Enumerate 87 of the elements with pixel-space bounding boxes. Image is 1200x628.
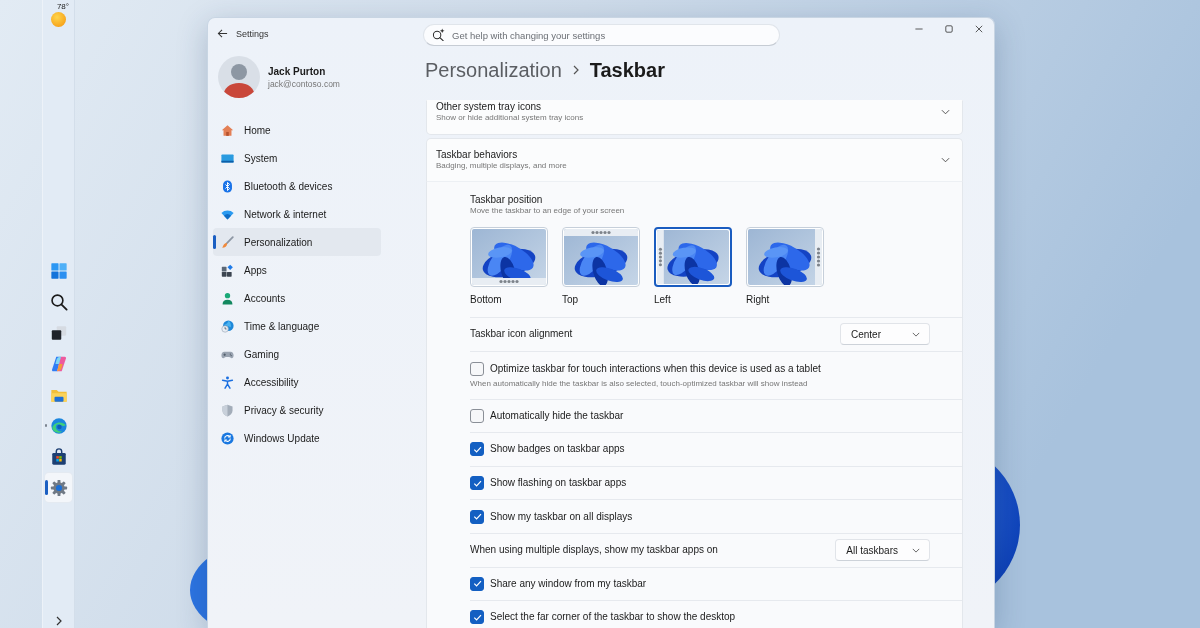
setting-label: Taskbar icon alignment (470, 328, 573, 341)
checkbox[interactable] (470, 408, 484, 423)
sidebar-item[interactable]: Gaming (213, 340, 381, 368)
checkbox[interactable] (470, 476, 484, 491)
expander-header[interactable]: Taskbar behaviors Badging, multiple displays, and more (426, 138, 963, 182)
section-description: Move the taskbar to an edge of your screen (470, 206, 626, 216)
checkbox[interactable] (470, 610, 484, 625)
chevron-down-icon (941, 157, 950, 163)
page-title: Taskbar (589, 58, 665, 82)
checkbox[interactable] (470, 576, 484, 591)
shield-icon (221, 403, 234, 417)
checkbox[interactable] (470, 509, 484, 524)
minimize-icon (915, 25, 923, 33)
user-email: jack@contoso.com (268, 78, 340, 89)
wifi-icon (221, 207, 234, 221)
sparkle-search-icon (432, 28, 445, 41)
sidebar-item[interactable]: Privacy & security (213, 396, 381, 424)
window-title: Settings (236, 28, 269, 39)
bluetooth-icon (221, 179, 234, 193)
chevron-right-icon (572, 65, 579, 75)
chevron-down-icon (941, 109, 950, 115)
card-title: Other system tray icons (436, 101, 543, 113)
checkbox-label: Show flashing on taskbar apps (490, 477, 627, 490)
globe-clock-icon (221, 319, 234, 333)
setting-description: When automatically hide the taskbar is also selected, touch-optimized taskbar will show instead (470, 378, 809, 389)
dropdown[interactable]: Center (840, 323, 930, 346)
checkmark-icon (471, 511, 483, 523)
house-icon (221, 123, 234, 137)
position-option[interactable] (654, 227, 732, 287)
sidebar-item[interactable]: Windows Update (213, 424, 381, 452)
option-label: Left (654, 294, 671, 306)
sidebar-item[interactable]: Personalization (213, 228, 381, 256)
desktop-preview-drawing (657, 230, 729, 284)
card-title: Taskbar behaviors (436, 149, 519, 161)
search-field[interactable]: Get help with changing your settings (423, 24, 780, 46)
checkbox-label: Automatically hide the taskbar (490, 409, 624, 422)
setting-label: When using multiple displays, show my taskbar apps on (470, 544, 718, 557)
chevron-down-icon (912, 547, 920, 553)
sidebar-item[interactable]: Home (213, 116, 381, 144)
sidebar-item[interactable]: Apps (213, 256, 381, 284)
user-name: Jack Purton (268, 65, 327, 77)
section-title: Taskbar position (470, 194, 544, 206)
sidebar-item[interactable]: Network & internet (213, 200, 381, 228)
checkmark-icon (471, 444, 483, 455)
search-icon (49, 292, 68, 311)
card-description: Badging, multiple displays, and more (436, 161, 568, 171)
app-grid-icon (221, 263, 234, 277)
wave-circle-icon (49, 416, 68, 435)
shopping-bag-icon (49, 447, 68, 466)
swirl-icon (49, 354, 68, 373)
window-grid-icon (49, 261, 68, 280)
dropdown[interactable]: All taskbars (835, 539, 930, 562)
accessibility-icon (221, 375, 234, 389)
sidebar-item[interactable]: Accessibility (213, 368, 381, 396)
card-description: Show or hide additional system tray icons (436, 113, 585, 123)
checkbox-label: Show badges on taskbar apps (490, 443, 625, 456)
maximize-icon (945, 25, 953, 33)
avatar-silhouette-icon (218, 56, 260, 98)
sidebar-item[interactable]: Time & language (213, 312, 381, 340)
checkbox[interactable] (470, 442, 484, 457)
option-label: Right (746, 294, 770, 306)
expander-header[interactable]: Other system tray icons Show or hide additional system tray icons (426, 100, 963, 135)
overlapping-squares-icon (49, 323, 68, 342)
checkbox-label: Select the far corner of the taskbar to show the desktop (490, 611, 736, 624)
breadcrumb-link[interactable]: Personalization (425, 58, 562, 82)
gear-icon (49, 478, 68, 497)
back-arrow-icon[interactable] (217, 28, 228, 39)
weather-widget[interactable]: 78° (45, 2, 72, 28)
option-label: Bottom (470, 294, 502, 306)
option-label: Top (562, 294, 579, 306)
checkbox-label: Optimize taskbar for touch interactions when this device is used as a tablet (490, 362, 821, 375)
selection-indicator (213, 235, 216, 249)
checkmark-icon (471, 578, 483, 590)
sidebar-item[interactable]: Bluetooth & devices (213, 172, 381, 200)
paintbrush-icon (221, 235, 234, 249)
sync-icon (221, 431, 234, 445)
sidebar-item[interactable]: System (213, 144, 381, 172)
checkbox-label: Share any window from my taskbar (490, 577, 647, 590)
sun-icon (51, 12, 66, 27)
person-icon (221, 291, 234, 305)
chevron-right-icon[interactable] (54, 616, 63, 626)
monitor-icon (221, 151, 234, 165)
checkbox[interactable] (470, 361, 484, 376)
sidebar-item[interactable]: Accounts (213, 284, 381, 312)
close-icon (975, 25, 983, 33)
chevron-down-icon (912, 331, 920, 337)
checkbox-label: Show my taskbar on all displays (490, 510, 633, 523)
